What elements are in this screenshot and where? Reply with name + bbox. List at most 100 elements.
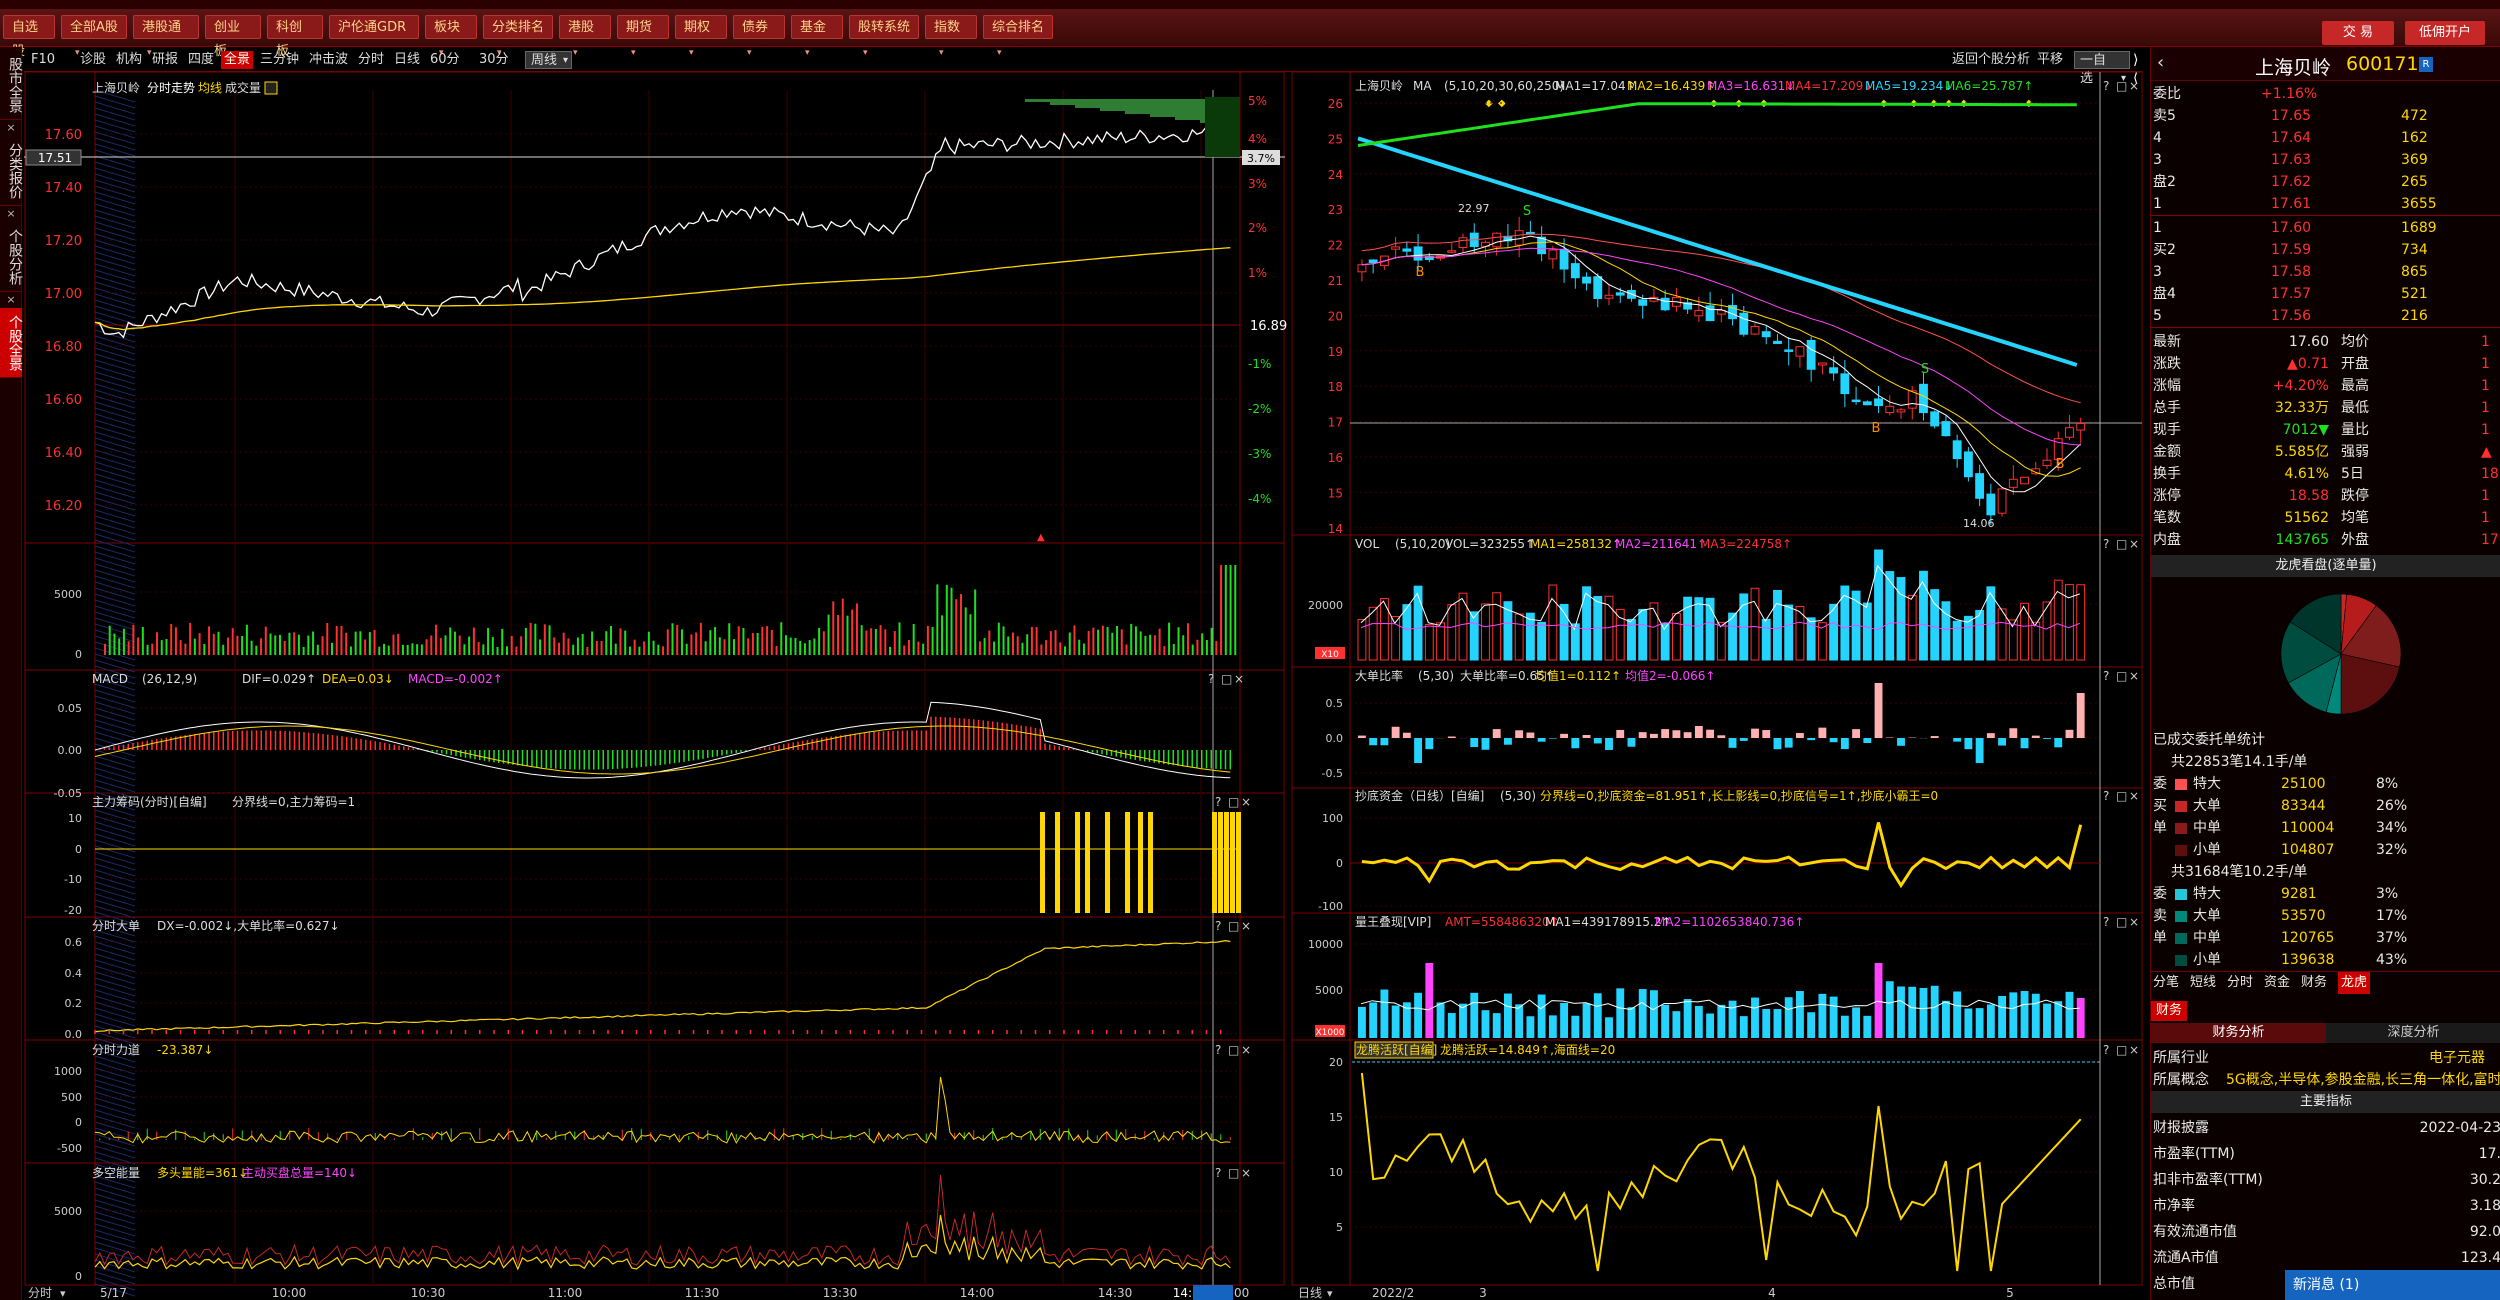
- hatch-line: [94, 845, 136, 859]
- maximize-icon[interactable]: □: [2116, 915, 2127, 929]
- sell-total: 共22853笔14.1手/单: [2171, 754, 2308, 770]
- close-icon[interactable]: ×: [1241, 1166, 1251, 1180]
- stat-label-2: 开盘: [2341, 356, 2369, 372]
- maximize-icon[interactable]: □: [1228, 1166, 1239, 1180]
- finance-subtab-1[interactable]: 财务分析: [2151, 1023, 2326, 1043]
- maximize-icon[interactable]: □: [1228, 1043, 1239, 1057]
- lz-bar: [1998, 995, 2007, 1038]
- hatch-line: [94, 329, 136, 343]
- stat-value-2: 1: [2481, 356, 2490, 372]
- bid-volume: 1689: [2401, 220, 2437, 236]
- close-icon[interactable]: ×: [1241, 1043, 1251, 1057]
- close-icon[interactable]: ×: [2129, 537, 2139, 551]
- close-icon[interactable]: ×: [2129, 79, 2139, 93]
- lz-bar: [1380, 989, 1389, 1038]
- stat-value-2: 1: [2481, 378, 2490, 394]
- finance-tab[interactable]: 财务: [2151, 1001, 2188, 1021]
- dbb-bar: [1998, 738, 2007, 746]
- maximize-icon[interactable]: □: [2116, 1043, 2127, 1057]
- back-chevron-icon[interactable]: ‹: [2157, 52, 2164, 73]
- dbb-bar: [1683, 732, 1692, 738]
- help-icon[interactable]: ?: [2103, 537, 2109, 551]
- lz-bar: [1874, 963, 1883, 1038]
- help-icon[interactable]: ?: [2103, 915, 2109, 929]
- help-icon[interactable]: ?: [1215, 1043, 1221, 1057]
- help-icon[interactable]: ?: [1215, 795, 1221, 809]
- lz-title: 量王叠现[VIP]: [1355, 915, 1431, 929]
- close-icon[interactable]: ×: [2129, 669, 2139, 683]
- stock-info-icon[interactable]: R: [2419, 57, 2433, 72]
- lz-bar: [1560, 1002, 1569, 1038]
- close-icon[interactable]: ×: [2129, 915, 2139, 929]
- candle-body: [1862, 401, 1872, 406]
- hatch-line: [94, 1223, 136, 1237]
- hatch-line: [94, 137, 136, 151]
- help-icon[interactable]: ?: [1208, 672, 1214, 686]
- lz-bar: [1582, 1003, 1591, 1038]
- stat-value-2: ▲: [2481, 444, 2492, 460]
- quote-tab-0[interactable]: 分笔: [2153, 972, 2179, 994]
- hatch-line: [94, 143, 136, 157]
- buy-size-label: 中单: [2193, 930, 2221, 946]
- hatch-line: [94, 113, 136, 127]
- help-icon[interactable]: ?: [2103, 79, 2109, 93]
- bid-row: 3 17.58 865: [2151, 261, 2500, 283]
- maximize-icon[interactable]: □: [2116, 669, 2127, 683]
- maximize-icon[interactable]: □: [1221, 672, 1232, 686]
- open-account-button[interactable]: 低佣开户: [2405, 21, 2485, 45]
- sell-size-pct: 34%: [2376, 820, 2408, 836]
- trade-button[interactable]: 交 易: [2322, 21, 2394, 45]
- hatch-line: [94, 1229, 136, 1243]
- hatch-line: [94, 971, 136, 985]
- lz-ma2: MA2=1102653840.736↑: [1655, 915, 1804, 929]
- candle-body: [1604, 294, 1614, 299]
- dbb-bar: [1582, 734, 1591, 738]
- close-icon[interactable]: ×: [1241, 795, 1251, 809]
- help-icon[interactable]: ?: [2103, 669, 2109, 683]
- hatch-line: [94, 1067, 136, 1081]
- quote-tab-3[interactable]: 资金: [2264, 972, 2290, 994]
- candle-body: [2008, 478, 2018, 488]
- vol-bar: [2020, 602, 2029, 661]
- new-message-popup[interactable]: 新消息 (1): [2285, 1270, 2500, 1300]
- stat-label-2: 最高: [2341, 378, 2369, 394]
- arrow-down-icon: ▾: [1327, 1287, 1333, 1300]
- close-icon[interactable]: ×: [2129, 1043, 2139, 1057]
- ask-label: 盘2: [2153, 174, 2176, 190]
- quote-tab-2[interactable]: 分时: [2227, 972, 2253, 994]
- panel-frame: [24, 1039, 1285, 1164]
- hatch-line: [94, 359, 136, 373]
- help-icon[interactable]: ?: [2103, 789, 2109, 803]
- quote-tab-active[interactable]: 龙虎: [2338, 972, 2371, 994]
- help-icon[interactable]: ?: [1215, 1166, 1221, 1180]
- maximize-icon[interactable]: □: [1228, 919, 1239, 933]
- close-icon[interactable]: ×: [2129, 789, 2139, 803]
- ld-tick: 0: [75, 1116, 82, 1129]
- dbb-bar: [1840, 738, 1849, 750]
- sell-row: 小单 104807 32%: [2151, 839, 2500, 861]
- help-icon[interactable]: ?: [1215, 919, 1221, 933]
- maximize-icon[interactable]: □: [2116, 79, 2127, 93]
- hatch-line: [94, 881, 136, 895]
- vol-bar: [1941, 601, 1951, 661]
- finance-subtab-2[interactable]: 深度分析: [2326, 1023, 2500, 1043]
- close-icon[interactable]: ×: [1234, 672, 1244, 686]
- maximize-icon[interactable]: □: [1228, 795, 1239, 809]
- dbb-bar: [1447, 736, 1456, 738]
- bid-label: 1: [2153, 220, 2162, 236]
- hatch-line: [94, 953, 136, 967]
- chart-area[interactable]: 上海贝岭 分时走势 均线 成交量17.6017.4017.2017.0016.8016…: [0, 0, 2150, 1300]
- lz-bar: [1672, 1011, 1681, 1038]
- close-icon[interactable]: ×: [1241, 919, 1251, 933]
- quote-tab-4[interactable]: 财务: [2301, 972, 2327, 994]
- quote-tab-1[interactable]: 短线: [2190, 972, 2216, 994]
- hatch-line: [94, 653, 136, 667]
- candle-body: [1840, 373, 1850, 395]
- hatch-line: [94, 257, 136, 271]
- help-icon[interactable]: ?: [2103, 1043, 2109, 1057]
- lz-bar: [1773, 1009, 1782, 1038]
- hatch-line: [94, 167, 136, 181]
- lz-bar: [1571, 1015, 1580, 1038]
- maximize-icon[interactable]: □: [2116, 537, 2127, 551]
- maximize-icon[interactable]: □: [2116, 789, 2127, 803]
